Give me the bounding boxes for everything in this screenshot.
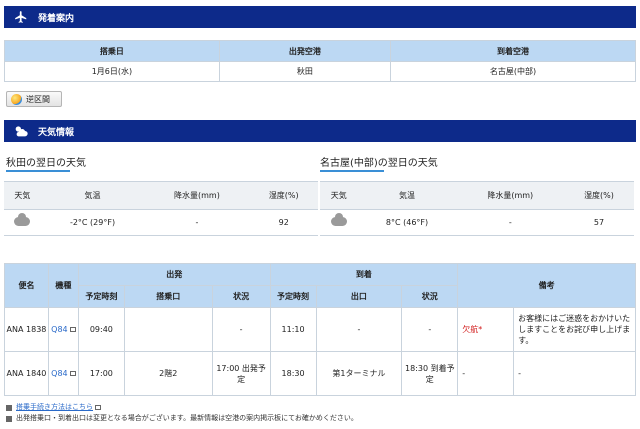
humidity-value: 92 bbox=[249, 209, 318, 236]
boarding-date: 1月6日(水) bbox=[4, 61, 220, 82]
globe-icon bbox=[11, 93, 22, 105]
humidity-value: 57 bbox=[563, 209, 634, 236]
weather-destination-title: 名古屋(中部)の翌日の天気 bbox=[320, 158, 438, 169]
cloud-icon bbox=[14, 213, 31, 226]
external-link-icon bbox=[95, 405, 101, 410]
reverse-route-label: 逆区間 bbox=[26, 94, 50, 104]
arr-exit: - bbox=[315, 307, 403, 352]
table-row: ANA 1838 Q84 09:40 - 11:10 - - 欠航* お客様には… bbox=[4, 307, 636, 352]
aircraft-link[interactable]: Q84 bbox=[51, 369, 67, 378]
reverse-route-button[interactable]: 逆区間 bbox=[6, 91, 62, 107]
external-link-icon bbox=[69, 327, 76, 332]
precipitation-value: - bbox=[456, 209, 564, 236]
arr-status: 18:30 到着予定 bbox=[401, 351, 459, 396]
canceled-status: 欠航* bbox=[457, 307, 515, 352]
weather-header: 天気 bbox=[4, 181, 41, 210]
bullet-icon bbox=[6, 415, 12, 422]
dep-time: 17:00 bbox=[77, 351, 125, 396]
temperature-value: 8°C (46°F) bbox=[357, 209, 457, 236]
footnotes: 搭乗手続き方法はこちら 出発搭乗口・到着出口は変更となる場合がございます。最新情… bbox=[6, 402, 358, 424]
title-underline bbox=[6, 170, 70, 172]
remarks: - bbox=[513, 351, 636, 396]
flight-table: 便名 機種 出発 到着 備考 予定時刻 搭乗口 状況 予定時刻 出口 状況 AN… bbox=[4, 263, 636, 396]
aircraft-cell[interactable]: Q84 bbox=[47, 307, 79, 352]
precipitation-header: 降水量(mm) bbox=[144, 181, 250, 210]
temperature-value: -2°C (29°F) bbox=[40, 209, 145, 236]
weather-icon bbox=[12, 124, 30, 138]
section-title: 天気情報 bbox=[38, 127, 75, 138]
arrival-header: 到着 bbox=[269, 263, 459, 286]
flight-number-header: 便名 bbox=[4, 263, 49, 308]
dep-gate: 2階2 bbox=[123, 351, 213, 396]
temperature-header: 気温 bbox=[357, 181, 457, 210]
dep-gate bbox=[123, 307, 213, 352]
precipitation-header: 降水量(mm) bbox=[456, 181, 564, 210]
departure-header: 出発 bbox=[77, 263, 271, 286]
weather-section-header: 天気情報 bbox=[4, 120, 636, 142]
arr-exit-header: 出口 bbox=[315, 285, 403, 308]
dep-status: 17:00 出発予定 bbox=[211, 351, 271, 396]
remarks: お客様にはご迷惑をおかけいたしますことをお詫び申し上げます。 bbox=[513, 307, 636, 352]
aircraft-link[interactable]: Q84 bbox=[51, 325, 67, 334]
status-note: - bbox=[457, 351, 515, 396]
arr-scheduled-header: 予定時刻 bbox=[269, 285, 317, 308]
aircraft-cell[interactable]: Q84 bbox=[47, 351, 79, 396]
humidity-header: 湿度(%) bbox=[563, 181, 634, 210]
dep-gate-header: 搭乗口 bbox=[123, 285, 213, 308]
departure-airport-header: 出発空港 bbox=[218, 40, 391, 62]
route-table: 搭乗日 出発空港 到着空港 1月6日(水) 秋田 名古屋(中部) bbox=[4, 40, 637, 82]
weather-destination-table: 天気 気温 降水量(mm) 湿度(%) 8°C (46°F) - 57 bbox=[320, 181, 634, 236]
flight-number: ANA 1840 bbox=[4, 351, 49, 396]
external-link-icon bbox=[69, 371, 76, 376]
gate-change-note: 出発搭乗口・到着出口は変更となる場合がございます。最新情報は空港の案内掲示板にて… bbox=[16, 414, 358, 422]
arrivals-section-header: 発着案内 bbox=[4, 6, 636, 28]
cloud-icon bbox=[330, 213, 347, 226]
arr-status: - bbox=[401, 307, 459, 352]
arrival-airport-header: 到着空港 bbox=[389, 40, 637, 62]
weather-origin-title: 秋田の翌日の天気 bbox=[6, 158, 86, 169]
arrival-airport: 名古屋(中部) bbox=[389, 61, 637, 82]
aircraft-header: 機種 bbox=[47, 263, 79, 308]
temperature-header: 気温 bbox=[40, 181, 145, 210]
section-title: 発着案内 bbox=[38, 13, 75, 24]
dep-scheduled-header: 予定時刻 bbox=[77, 285, 125, 308]
arr-status-header: 状況 bbox=[401, 285, 459, 308]
boarding-date-header: 搭乗日 bbox=[4, 40, 220, 62]
checkin-method-link[interactable]: 搭乗手続き方法はこちら bbox=[16, 402, 93, 413]
weather-header: 天気 bbox=[320, 181, 358, 210]
dep-time: 09:40 bbox=[77, 307, 125, 352]
flight-number: ANA 1838 bbox=[4, 307, 49, 352]
arr-exit: 第1ターミナル bbox=[315, 351, 403, 396]
dep-status-header: 状況 bbox=[211, 285, 271, 308]
table-row: ANA 1840 Q84 17:00 2階2 17:00 出発予定 18:30 … bbox=[4, 351, 636, 396]
bullet-icon bbox=[6, 404, 12, 411]
arr-time: 18:30 bbox=[269, 351, 317, 396]
precipitation-value: - bbox=[144, 209, 250, 236]
remarks-header: 備考 bbox=[457, 263, 636, 308]
arr-time: 11:10 bbox=[269, 307, 317, 352]
dep-status: - bbox=[211, 307, 271, 352]
departure-airport: 秋田 bbox=[218, 61, 391, 82]
humidity-header: 湿度(%) bbox=[249, 181, 318, 210]
title-underline bbox=[320, 170, 384, 172]
weather-origin-table: 天気 気温 降水量(mm) 湿度(%) -2°C (29°F) - 92 bbox=[4, 181, 318, 236]
airplane-icon bbox=[12, 10, 30, 24]
